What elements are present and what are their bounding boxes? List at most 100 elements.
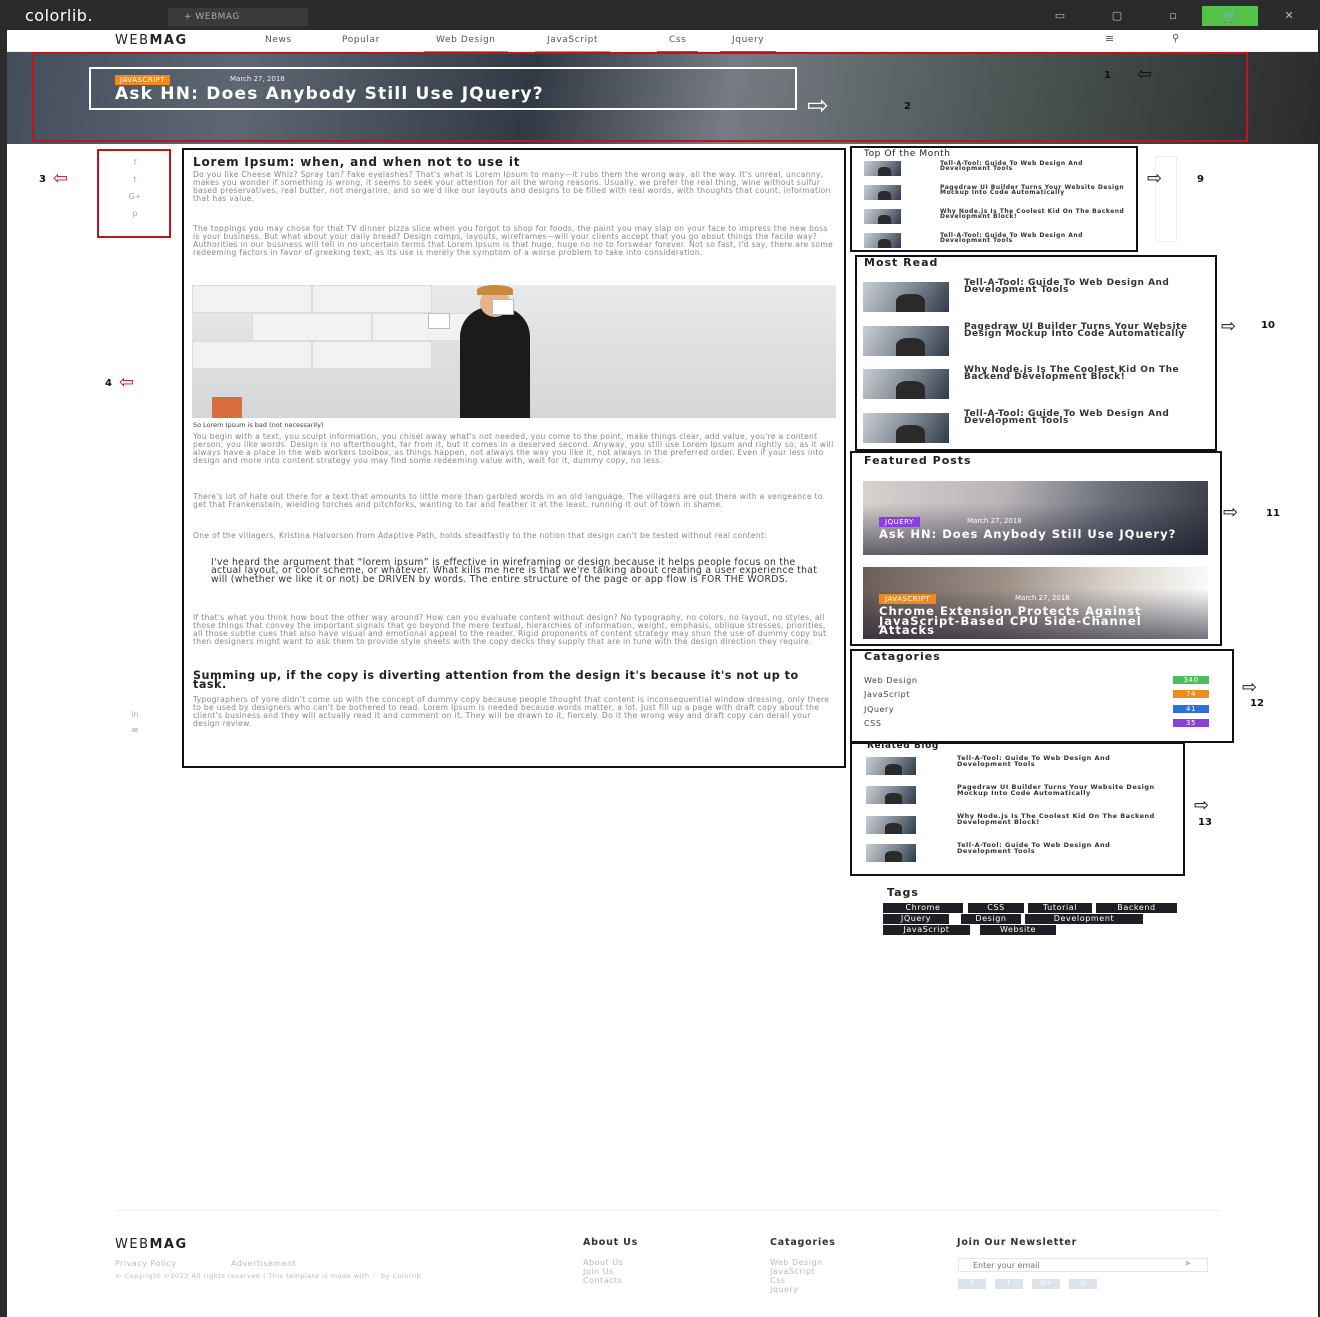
annotation-arrow-12: ⇨ <box>1242 677 1258 698</box>
tag-chip[interactable]: CSS <box>968 903 1024 913</box>
tag-chip[interactable]: Design <box>961 914 1021 924</box>
category-name: JQuery <box>864 705 895 714</box>
tablet-view-icon[interactable]: ▢ <box>1102 8 1132 24</box>
category-row[interactable]: CSS 35 <box>864 719 1209 731</box>
related-item[interactable]: Pagedraw UI Builder Turns Your Website D… <box>957 784 1177 796</box>
post-thumbnail[interactable] <box>864 161 901 176</box>
tag-chip[interactable]: Tutorial <box>1028 903 1092 913</box>
post-thumbnail[interactable] <box>863 369 949 399</box>
google-plus-share-icon[interactable]: G+ <box>120 192 150 204</box>
callout-11: 11 <box>1266 508 1280 519</box>
post-thumbnail[interactable] <box>866 786 916 804</box>
linkedin-share-icon[interactable]: in <box>120 710 150 722</box>
top-month-item[interactable]: Why Node.js Is The Coolest Kid On The Ba… <box>940 208 1125 219</box>
post-thumbnail[interactable] <box>866 816 916 834</box>
article-paragraph: If that's what you think how bout the ot… <box>193 613 827 646</box>
post-thumbnail[interactable] <box>864 209 901 224</box>
featured-badge[interactable]: JQUERY <box>879 517 920 527</box>
tag-chip[interactable]: Chrome <box>883 903 963 913</box>
category-row[interactable]: Web Design 340 <box>864 676 1209 688</box>
related-item[interactable]: Why Node.js Is The Coolest Kid On The Ba… <box>957 813 1167 825</box>
featured-title[interactable]: Chrome Extension Protects Against JavaSc… <box>879 605 1199 635</box>
nav-news[interactable]: News <box>265 35 292 51</box>
site-brand[interactable]: WEBMAG <box>115 33 188 48</box>
cart-icon[interactable]: 🛒 <box>1202 6 1258 26</box>
footer-google-plus-icon[interactable]: G+ <box>1032 1279 1060 1289</box>
callout-13: 13 <box>1198 817 1212 828</box>
footer-twitter-icon[interactable]: t <box>995 1279 1023 1289</box>
post-thumbnail[interactable] <box>866 757 916 775</box>
featured-badge[interactable]: JAVASCRIPT <box>879 594 937 604</box>
related-item[interactable]: Tell-A-Tool: Guide To Web Design And Dev… <box>957 755 1167 767</box>
footer-link[interactable]: Join Us <box>583 1267 614 1276</box>
tag-chip[interactable]: Backend <box>1096 903 1177 913</box>
footer-privacy-link[interactable]: Privacy Policy <box>115 1259 177 1268</box>
nav-css[interactable]: Css <box>657 35 699 53</box>
footer-link[interactable]: JavaScript <box>770 1267 815 1276</box>
article-paragraph: The toppings you may chose for that TV d… <box>193 224 834 257</box>
template-tab[interactable]: + WEBMAG <box>168 8 308 26</box>
most-read-item[interactable]: Tell-A-Tool: Guide To Web Design And Dev… <box>964 410 1204 426</box>
nav-web-design[interactable]: Web Design <box>424 35 508 53</box>
footer-link[interactable]: Css <box>770 1276 785 1285</box>
twitter-share-icon[interactable]: t <box>120 175 150 187</box>
post-thumbnail[interactable] <box>863 282 949 312</box>
menu-icon[interactable]: ≡ <box>1105 32 1115 48</box>
footer-categories-title: Catagories <box>770 1237 836 1248</box>
footer-link[interactable]: Jquery <box>770 1285 798 1294</box>
nav-javascript[interactable]: JavaScript <box>535 35 611 53</box>
facebook-share-icon[interactable]: f <box>120 158 150 170</box>
tag-chip[interactable]: Development <box>1025 914 1143 924</box>
article-body: Lorem Ipsum: when, and when not to use i… <box>183 150 845 768</box>
most-read-item[interactable]: Pagedraw UI Builder Turns Your Website D… <box>964 323 1204 339</box>
footer-brand[interactable]: WEBMAG <box>115 1237 188 1252</box>
category-row[interactable]: JQuery 41 <box>864 705 1209 717</box>
tag-chip[interactable]: Website <box>980 925 1056 935</box>
search-icon[interactable]: ⚲ <box>1172 33 1180 49</box>
desktop-view-icon[interactable]: ▭ <box>1045 8 1075 24</box>
email-share-icon[interactable]: ✉ <box>120 726 150 738</box>
post-thumbnail[interactable] <box>864 185 901 200</box>
pinterest-share-icon[interactable]: p <box>120 209 150 221</box>
post-thumbnail[interactable] <box>863 413 949 443</box>
nav-popular[interactable]: Popular <box>342 35 380 51</box>
post-thumbnail[interactable] <box>863 326 949 356</box>
featured-date: March 27, 2018 <box>1015 594 1070 602</box>
footer-link[interactable]: Contacts <box>583 1276 622 1285</box>
footer-link[interactable]: About Us <box>583 1258 623 1267</box>
featured-post-card[interactable]: JQUERY March 27, 2018 Ask HN: Does Anybo… <box>863 481 1208 555</box>
nav-jquery[interactable]: Jquery <box>720 35 777 53</box>
close-preview-icon[interactable]: ✕ <box>1274 8 1304 24</box>
top-month-title: Top Of the Month <box>864 149 951 159</box>
colorlib-logo[interactable]: colorlib. <box>25 6 93 25</box>
top-month-item[interactable]: Tell-A-Tool: Guide To Web Design And Dev… <box>940 232 1125 243</box>
post-thumbnail[interactable] <box>864 233 901 248</box>
hero-title[interactable]: Ask HN: Does Anybody Still Use JQuery? <box>115 84 544 104</box>
annotation-arrow-3: ⇦ <box>53 168 69 189</box>
post-thumbnail[interactable] <box>866 844 916 862</box>
newsletter-email-input[interactable] <box>958 1258 1208 1272</box>
tag-chip[interactable]: JQuery <box>883 914 949 924</box>
callout-3: 3 <box>39 174 46 185</box>
category-row[interactable]: JavaScript 74 <box>864 690 1209 702</box>
callout-1: 1 <box>1104 70 1111 81</box>
footer-pinterest-icon[interactable]: p <box>1069 1279 1097 1289</box>
callout-10: 10 <box>1261 320 1275 331</box>
mobile-view-icon[interactable]: ▫ <box>1158 8 1188 24</box>
tag-chip[interactable]: JavaScript <box>883 925 970 935</box>
most-read-item[interactable]: Tell-A-Tool: Guide To Web Design And Dev… <box>964 279 1204 295</box>
footer-divider <box>115 1210 1220 1211</box>
send-icon[interactable]: ➤ <box>1184 1259 1192 1269</box>
footer-facebook-icon[interactable]: f <box>958 1279 986 1289</box>
related-item[interactable]: Tell-A-Tool: Guide To Web Design And Dev… <box>957 842 1167 854</box>
top-month-item[interactable]: Pagedraw UI Builder Turns Your Website D… <box>940 184 1125 195</box>
featured-post-card[interactable]: JAVASCRIPT March 27, 2018 Chrome Extensi… <box>863 567 1208 639</box>
featured-title[interactable]: Ask HN: Does Anybody Still Use JQuery? <box>879 529 1179 540</box>
wall-photo <box>428 313 450 329</box>
categories-title: Catagories <box>864 650 941 663</box>
footer-advertisement-link[interactable]: Advertisement <box>231 1259 296 1268</box>
footer-link[interactable]: Web Design <box>770 1258 823 1267</box>
most-read-item[interactable]: Why Node.js Is The Coolest Kid On The Ba… <box>964 366 1204 382</box>
annotation-arrow-9: ⇨ <box>1147 168 1163 189</box>
top-month-item[interactable]: Tell-A-Tool: Guide To Web Design And Dev… <box>940 160 1125 171</box>
